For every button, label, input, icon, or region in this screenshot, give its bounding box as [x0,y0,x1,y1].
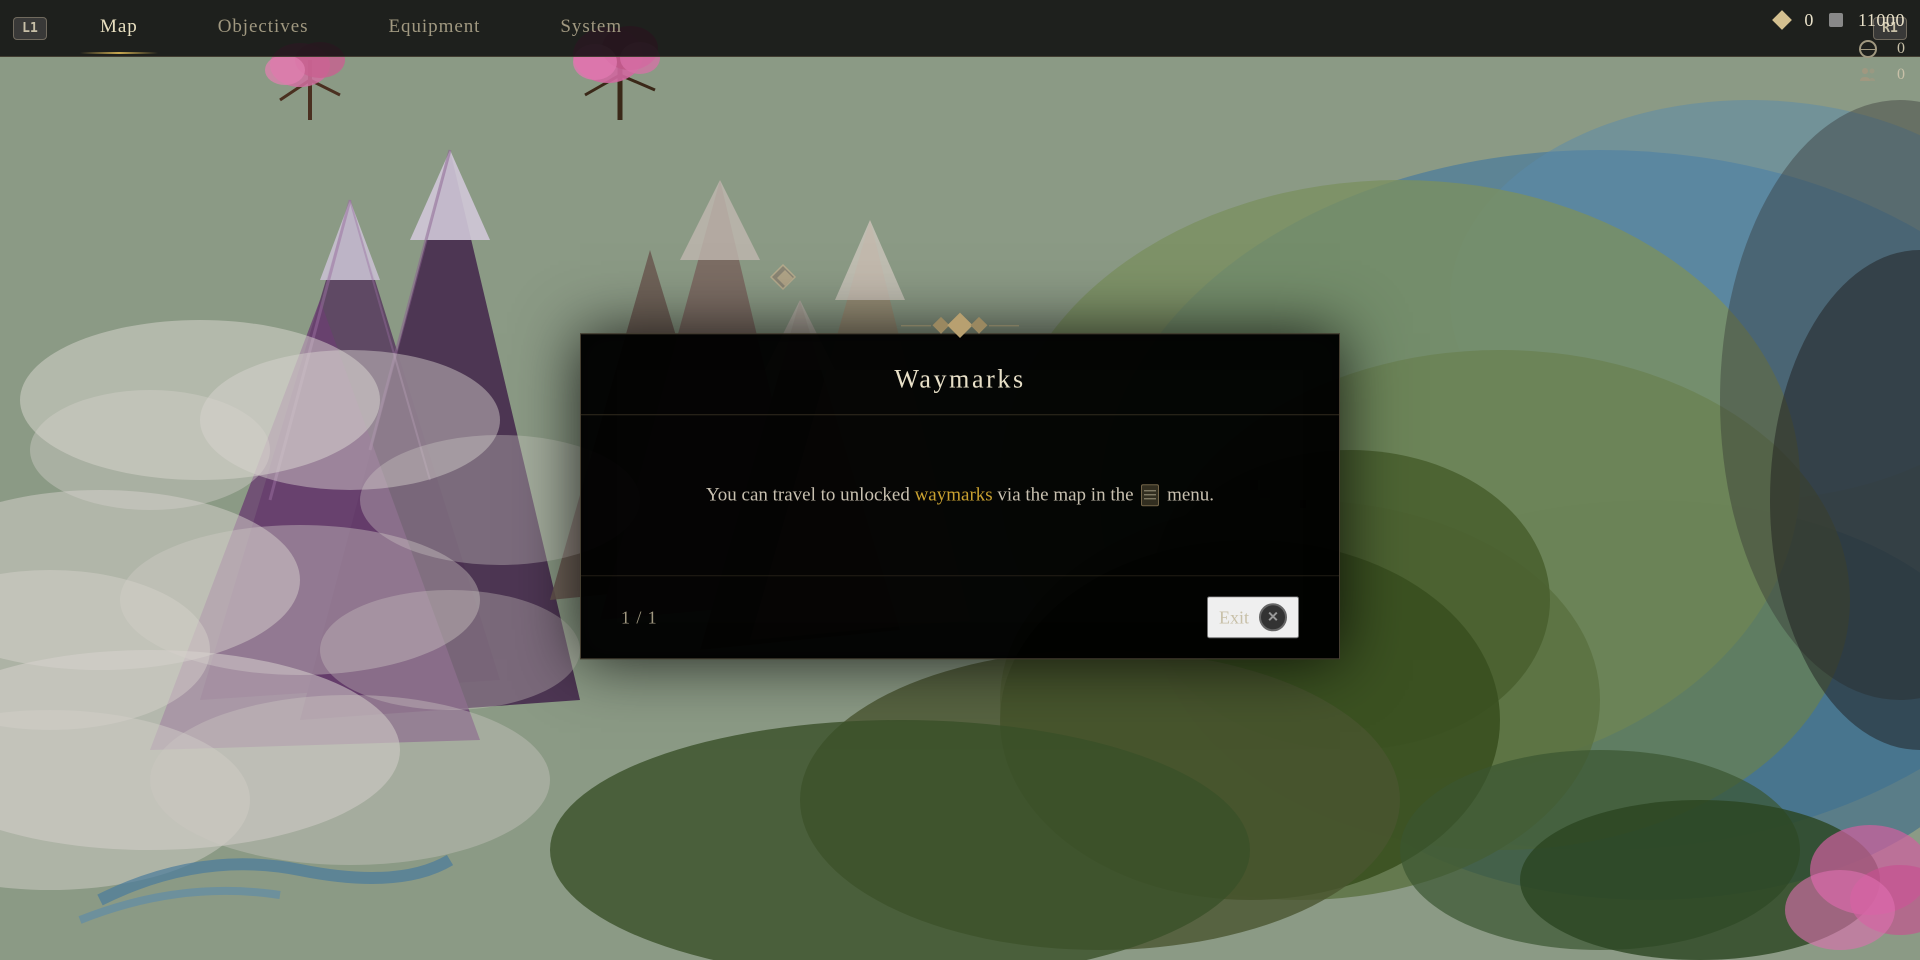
tab-objectives-label: Objectives [218,16,309,38]
main-currency-value: 11000 [1858,10,1905,31]
left-controller-button[interactable]: L1 [8,6,52,50]
tab-objectives[interactable]: Objectives [178,0,349,56]
deco-diamond-right [971,317,988,334]
waymarks-keyword: waymarks [915,484,993,505]
exit-circle-icon: ✕ [1259,603,1287,631]
body-text-before: You can travel to unlocked [706,484,915,505]
diamond-value: 0 [1804,10,1814,31]
tab-map-label: Map [100,16,138,38]
tab-system-label: System [560,16,622,38]
globe-row: 0 [1859,37,1905,61]
globe-value: 0 [1885,40,1905,58]
tab-equipment[interactable]: Equipment [348,0,520,56]
tab-equipment-label: Equipment [388,16,480,38]
secondary-hud: 0 0 [1859,37,1905,87]
tab-map[interactable]: Map [60,0,178,56]
deco-diamond-center [947,313,972,338]
nav-tabs: Map Objectives Equipment System [60,0,1860,56]
diamond-shape [1773,10,1793,30]
waymarks-modal: Waymarks You can travel to unlocked waym… [580,333,1340,659]
modal-body: You can travel to unlocked waymarks via … [581,415,1339,575]
people-value: 0 [1885,66,1905,84]
exit-label: Exit [1219,607,1249,628]
tab-system[interactable]: System [520,0,662,56]
page-indicator: 1 / 1 [621,607,658,628]
stop-currency-icon [1826,10,1846,30]
modal-header-decoration [901,316,1019,334]
deco-line-left [901,325,931,326]
deco-line-right [989,325,1019,326]
modal-footer: 1 / 1 Exit ✕ [581,575,1339,658]
page-separator: / [636,607,647,627]
people-row: 0 [1859,63,1905,87]
currency-row: 0 11000 [1772,5,1905,35]
hud-panel: 0 11000 0 0 [1757,0,1920,92]
diamond-currency-icon [1772,10,1792,30]
modal-title-area: Waymarks [581,334,1339,415]
stop-shape [1829,13,1843,27]
l1-badge: L1 [13,17,47,40]
people-icon [1859,66,1877,84]
globe-icon [1859,40,1877,58]
page-current: 1 [621,607,631,627]
body-text-after: via the map in the [993,484,1134,505]
body-text-end: menu. [1167,484,1214,505]
modal-title: Waymarks [621,364,1299,394]
page-total: 1 [648,607,658,627]
top-navigation-bar: L1 Map Objectives Equipment System R1 [0,0,1920,57]
modal-body-text: You can travel to unlocked waymarks via … [706,480,1214,510]
exit-button[interactable]: Exit ✕ [1207,596,1299,638]
menu-icon-inline [1141,485,1159,507]
